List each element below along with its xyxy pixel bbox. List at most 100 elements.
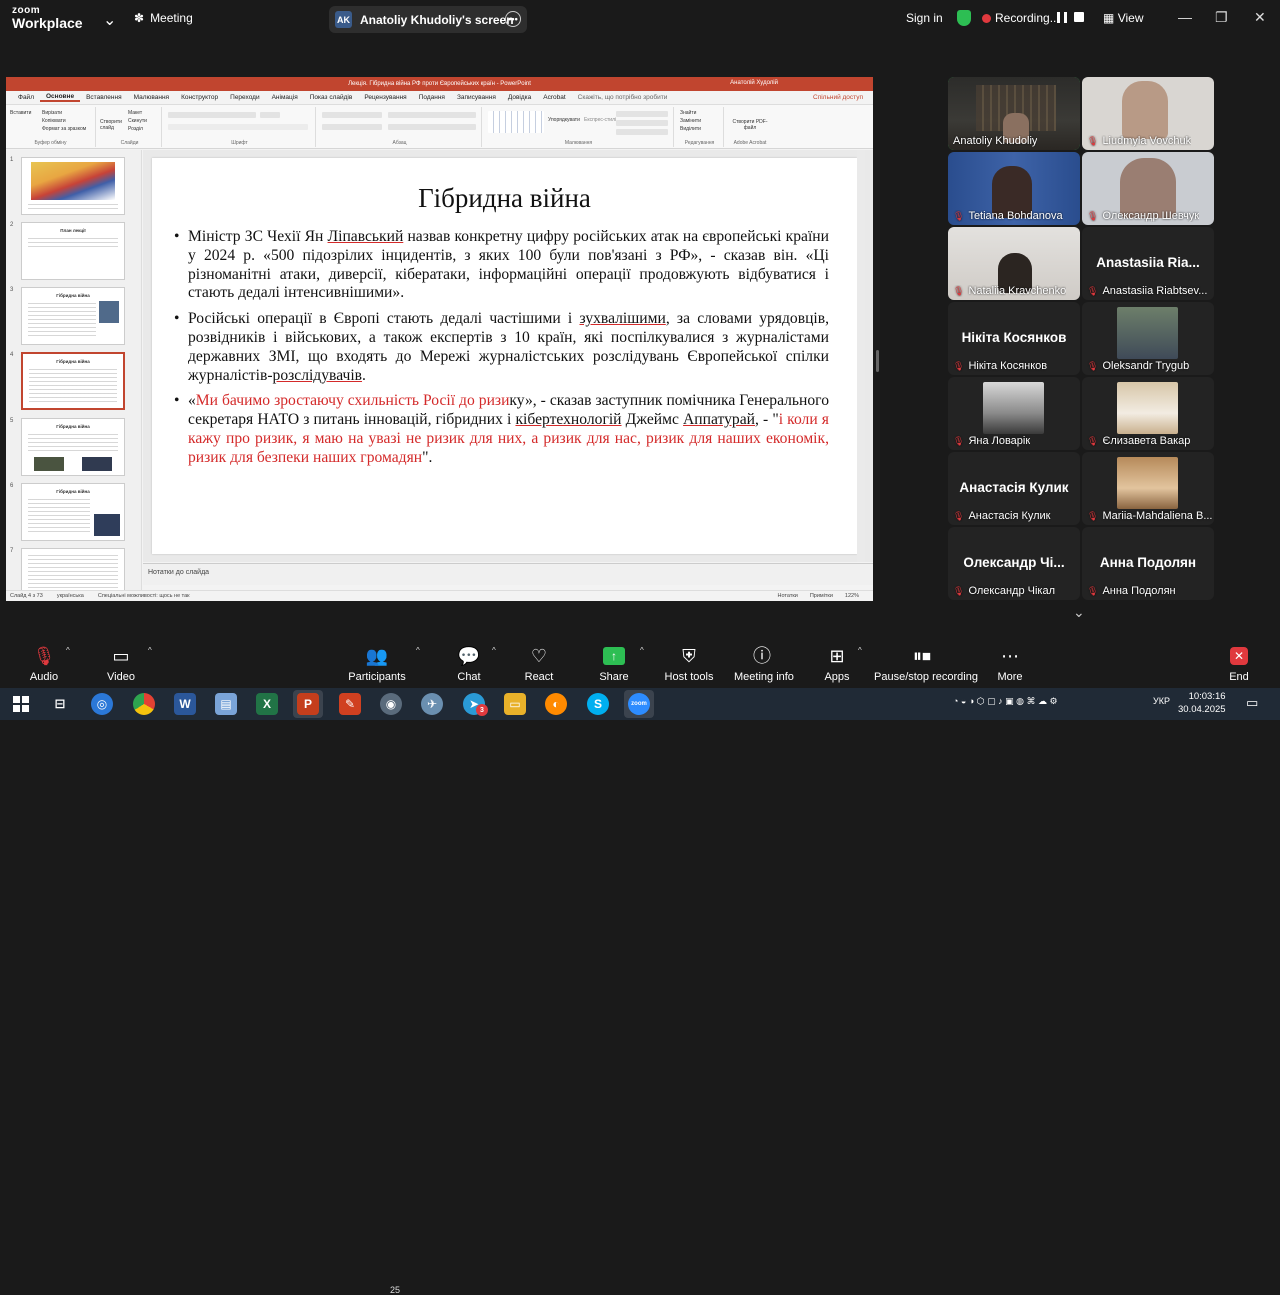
meeting-info-button[interactable]: ⓘ Meeting info [734,644,794,683]
tab-recording[interactable]: Записування [451,94,502,101]
tab-draw[interactable]: Малювання [128,94,175,101]
participant-tile[interactable]: 🎙 Nataliia Kravchenko [948,227,1080,300]
tab-design[interactable]: Конструктор [175,94,224,101]
section-button[interactable]: Розділ [128,126,143,132]
zoom-level[interactable]: 122% [845,593,859,599]
slide-thumbnail-4[interactable]: Гібридна війна [21,352,125,410]
cut-button[interactable]: Вирізати [42,110,62,116]
powerpoint-icon[interactable]: P [297,693,319,715]
tab-slideshow[interactable]: Показ слайдів [304,94,359,101]
tray-icons[interactable]: ◔ ◒ ◑ ⬡ ▢ ♪ ▣ ◍ ⌘ ☁ ⚙ [953,696,1058,707]
shapes-gallery[interactable] [488,111,544,133]
system-clock[interactable]: 10:03:16 30.04.2025 [1178,690,1226,716]
minimize-icon[interactable]: — [1178,9,1192,25]
react-button[interactable]: ♡ React [522,644,556,683]
participant-tile[interactable]: 🎙 Tetiana Bohdanova [948,152,1080,225]
share-options-icon[interactable]: ^ [640,646,644,655]
restore-icon[interactable]: ❐ [1215,9,1228,26]
host-tools-button[interactable]: ⛨ Host tools [664,644,714,683]
notepad-icon[interactable]: ▤ [215,693,237,715]
skype-icon[interactable]: S [587,693,609,715]
shape-outline-button[interactable] [616,120,668,126]
participant-tile[interactable]: 🎙 Oleksandr Trygub [1082,302,1214,375]
tab-insert[interactable]: Вставлення [80,94,128,101]
pause-stop-recording-button[interactable]: ⏸⏹ Pause/stop recording [874,644,978,683]
comments-toggle[interactable]: Примітки [810,593,833,599]
reset-button[interactable]: Скинути [128,118,147,124]
tell-me-input[interactable]: Скажіть, що потрібно зробити [572,94,674,101]
select-button[interactable]: Виділити [680,126,701,132]
shape-effects-button[interactable] [616,129,668,135]
text-direction-select[interactable] [388,112,476,118]
video-options-icon[interactable]: ^ [148,646,152,655]
participant-tile[interactable]: Нікіта Косянков 🎙 Нікіта Косянков [948,302,1080,375]
list-buttons[interactable] [322,112,382,118]
font-format-row[interactable] [168,124,308,130]
layout-button[interactable]: Макет [128,110,142,116]
tab-file[interactable]: Файл [12,94,40,101]
vertical-scrollbar[interactable] [857,150,865,562]
participant-tile[interactable]: 🎙 Єлизавета Вакар [1082,377,1214,450]
view-button[interactable]: ▦ View [1103,11,1143,25]
tab-animations[interactable]: Анімація [266,94,304,101]
app-icon[interactable]: ◐ [545,693,567,715]
participant-tile[interactable]: 🎙 Олександр Шевчук [1082,152,1214,225]
new-slide-button[interactable]: Створити слайд [100,119,124,131]
participants-button[interactable]: 👥 Participants [348,644,406,683]
participant-tile[interactable]: Анастасія Кулик 🎙 Анастасія Кулик [948,452,1080,525]
video-button[interactable]: ▭ Video [104,644,138,683]
notes-toggle[interactable]: Нотатки [778,593,798,599]
align-buttons[interactable] [322,124,382,130]
slide-thumbnail-6[interactable]: Гібридна війна [21,483,125,541]
app-icon[interactable]: ✎ [339,693,361,715]
stop-recording-button[interactable] [1074,12,1084,22]
splitter-handle[interactable] [876,350,879,372]
find-button[interactable]: Знайти [680,110,696,116]
slide-thumbnail-7[interactable] [21,548,125,590]
replace-button[interactable]: Замінити [680,118,701,124]
copy-button[interactable]: Копіювати [42,118,66,124]
more-icon[interactable]: ••• [505,11,521,27]
chat-options-icon[interactable]: ^ [492,646,496,655]
tab-view[interactable]: Подання [413,94,451,101]
word-icon[interactable]: W [174,693,196,715]
meeting-menu[interactable]: ✽ Meeting [134,11,193,25]
screen-share-pill[interactable]: AK Anatoliy Khudoliy's screen ••• [329,6,527,33]
slide-thumbnail-2[interactable]: План лекції [21,222,125,280]
participant-tile[interactable]: Anatoliy Khudoliy [948,77,1080,150]
participants-options-icon[interactable]: ^ [416,646,420,655]
share-button[interactable]: ↑ Share [596,644,632,683]
zoom-app-icon[interactable]: zoom [628,693,650,715]
quick-styles-button[interactable]: Експрес-стилі [584,117,616,123]
close-icon[interactable]: ✕ [1254,9,1266,26]
tab-home[interactable]: Основне [39,93,81,102]
paste-button[interactable]: Вставити [10,110,31,116]
tab-transitions[interactable]: Переходи [224,94,265,101]
gallery-next-page-icon[interactable]: ⌄ [1073,604,1085,621]
participant-tile[interactable]: 🎙 Яна Ловарік [948,377,1080,450]
tab-help[interactable]: Довідка [502,94,537,101]
participant-tile[interactable]: 🎙 Mariia-Mahdaliena B... [1082,452,1214,525]
slide-thumbnail-1[interactable] [21,157,125,215]
tab-acrobat[interactable]: Acrobat [537,94,571,101]
slide-thumbnail-3[interactable]: Гібридна війна [21,287,125,345]
font-size-select[interactable] [260,112,280,118]
font-name-select[interactable] [168,112,256,118]
pause-recording-button[interactable] [1057,12,1067,23]
chrome-icon[interactable] [133,693,155,715]
participant-tile[interactable]: Anastasiia Ria... 🎙 Anastasiia Riabtsev..… [1082,227,1214,300]
participant-tile[interactable]: Анна Подолян 🎙 Анна Подолян [1082,527,1214,600]
notifications-icon[interactable]: ▭ [1246,695,1258,711]
accessibility-status[interactable]: Спеціальні можливості: щось не так [98,593,190,599]
sign-in-link[interactable]: Sign in [906,11,943,25]
folder-icon[interactable]: ▭ [504,693,526,715]
align-text-select[interactable] [388,124,476,130]
audio-options-icon[interactable]: ^ [66,646,70,655]
more-button[interactable]: ⋯ More [994,644,1026,683]
task-view-icon[interactable]: ⊟ [49,693,71,715]
create-pdf-button[interactable]: Створити PDF-файл [730,119,770,131]
audio-button[interactable]: 🎙 Audio [27,644,61,683]
share-link[interactable]: Спільний доступ [807,94,873,101]
excel-icon[interactable]: X [256,693,278,715]
apps-options-icon[interactable]: ^ [858,646,862,655]
